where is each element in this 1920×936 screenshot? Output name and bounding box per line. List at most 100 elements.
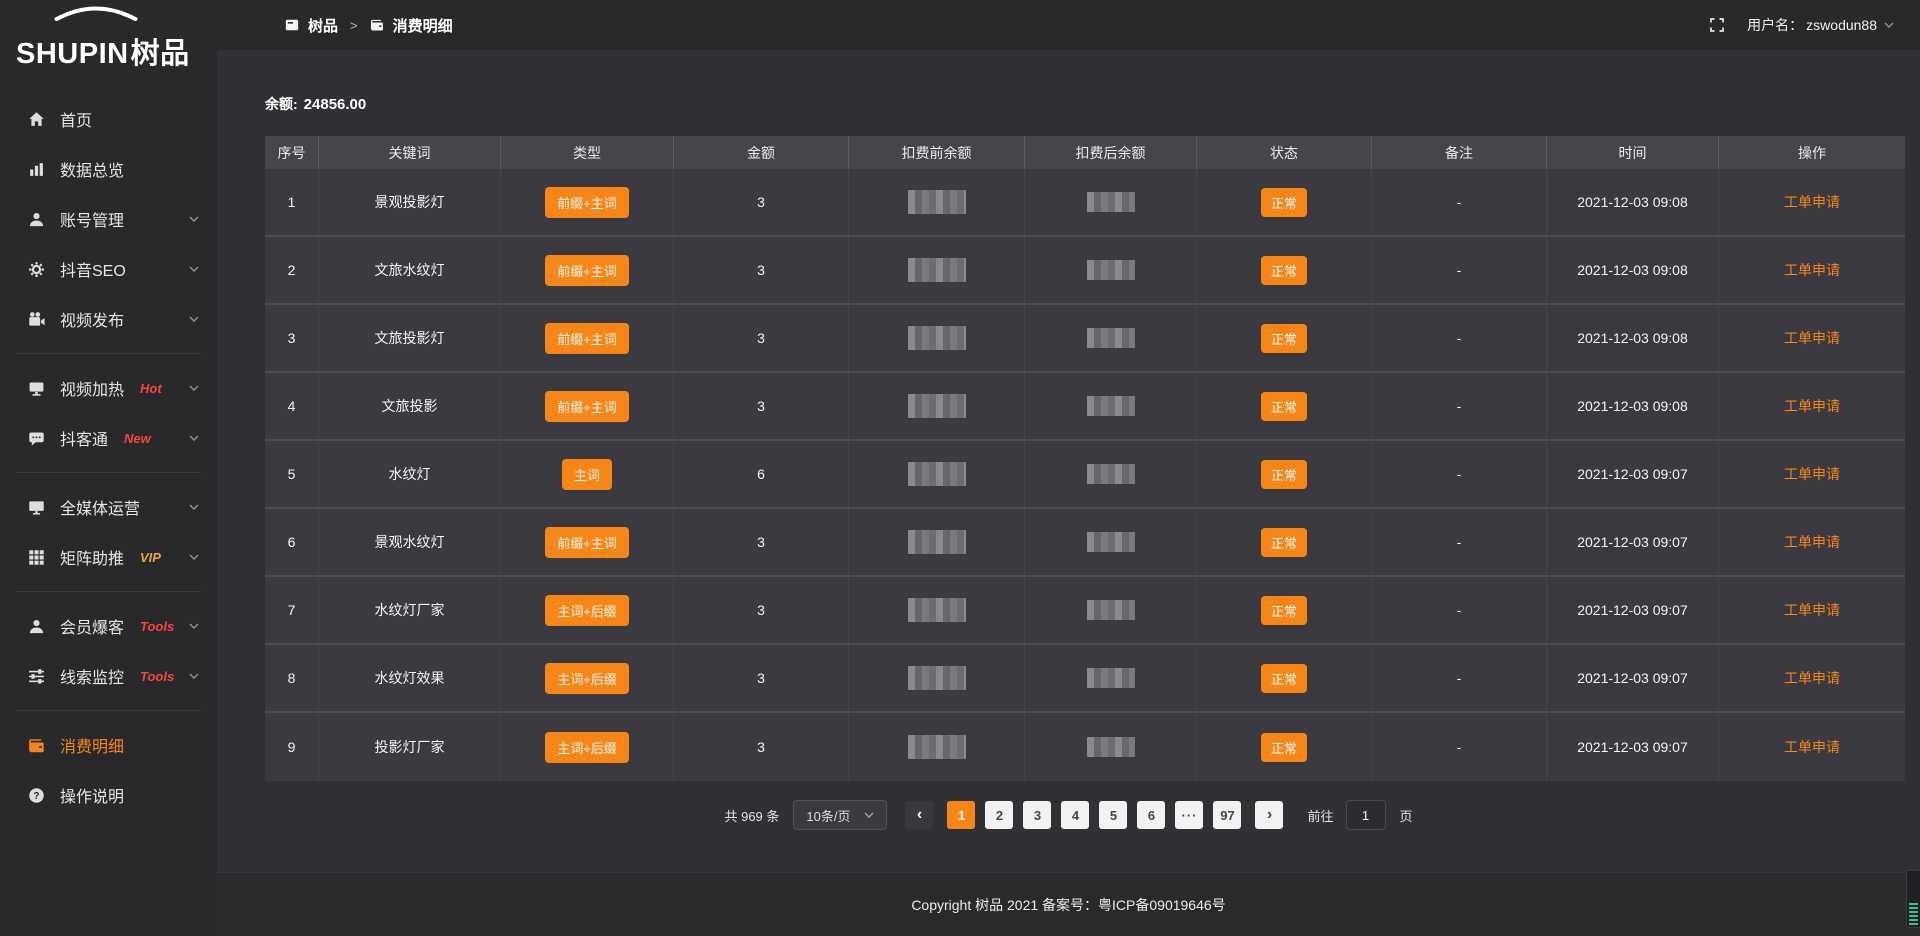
cell-status: 正常 bbox=[1197, 441, 1372, 507]
type-badge: 主词+后缀 bbox=[545, 663, 629, 694]
status-badge: 正常 bbox=[1261, 528, 1307, 557]
goto-page-input[interactable] bbox=[1346, 800, 1386, 830]
page-unit-label: 页 bbox=[1400, 806, 1413, 825]
cell-action: 工单申请 bbox=[1719, 169, 1905, 235]
sidebar-item-home[interactable]: 首页 bbox=[0, 94, 217, 144]
signboard-icon bbox=[28, 380, 45, 397]
sidebar-item-consumption-detail[interactable]: 消费明细 bbox=[0, 720, 217, 770]
status-badge: 正常 bbox=[1261, 324, 1307, 353]
sidebar-item-douyin-seo[interactable]: 抖音SEO bbox=[0, 244, 217, 294]
cell-amount: 3 bbox=[674, 305, 849, 371]
cell-index: 2 bbox=[265, 237, 319, 303]
cell-balance-before bbox=[849, 441, 1025, 507]
cell-amount: 3 bbox=[674, 237, 849, 303]
table-header: 序号 关键词 类型 金额 扣费前余额 扣费后余额 状态 备注 时间 操作 bbox=[265, 136, 1905, 169]
wallet-icon bbox=[370, 18, 384, 32]
app-logo: SHUPIN树品 bbox=[0, 0, 217, 94]
sidebar-item-video-heat[interactable]: 视频加热 Hot bbox=[0, 363, 217, 413]
cell-amount: 3 bbox=[674, 509, 849, 575]
cell-action: 工单申请 bbox=[1719, 645, 1905, 711]
chevron-down-icon bbox=[189, 435, 199, 441]
cell-balance-after bbox=[1025, 305, 1197, 371]
balance: 余额:24856.00 bbox=[217, 50, 1920, 114]
blurred-value bbox=[908, 666, 966, 690]
ticket-apply-link[interactable]: 工单申请 bbox=[1784, 328, 1840, 348]
chevron-down-icon bbox=[189, 623, 199, 629]
cell-balance-before bbox=[849, 169, 1025, 235]
next-page-button[interactable]: › bbox=[1255, 801, 1283, 829]
ticket-apply-link[interactable]: 工单申请 bbox=[1784, 396, 1840, 416]
wallet-icon bbox=[28, 737, 45, 754]
sidebar-item-matrix-boost[interactable]: 矩阵助推 VIP bbox=[0, 532, 217, 582]
cell-keyword: 文旅投影灯 bbox=[319, 305, 501, 371]
sidebar-item-label: 全媒体运营 bbox=[60, 495, 140, 519]
page-button[interactable]: 2 bbox=[985, 801, 1013, 829]
blurred-value bbox=[1087, 192, 1135, 212]
page-button[interactable]: 3 bbox=[1023, 801, 1051, 829]
chevron-down-icon bbox=[864, 812, 874, 818]
sidebar-item-account[interactable]: 账号管理 bbox=[0, 194, 217, 244]
ticket-apply-link[interactable]: 工单申请 bbox=[1784, 668, 1840, 688]
sidebar-item-data-overview[interactable]: 数据总览 bbox=[0, 144, 217, 194]
cell-time: 2021-12-03 09:07 bbox=[1547, 713, 1719, 781]
logo-arc bbox=[50, 6, 142, 21]
cell-type: 主词+后缀 bbox=[501, 577, 674, 643]
cell-action: 工单申请 bbox=[1719, 577, 1905, 643]
ticket-apply-link[interactable]: 工单申请 bbox=[1784, 260, 1840, 280]
page-button[interactable]: 1 bbox=[947, 801, 975, 829]
more-pages-button[interactable]: ··· bbox=[1175, 801, 1203, 829]
sidebar-item-lead-monitor[interactable]: 线索监控 Tools bbox=[0, 651, 217, 701]
sidebar-item-media-operation[interactable]: 全媒体运营 bbox=[0, 482, 217, 532]
table-row: 4 文旅投影 前缀+主词 3 正常 - 2021-12-03 09:08 工单申… bbox=[265, 373, 1905, 441]
type-badge: 前缀+主词 bbox=[545, 187, 629, 218]
header-balance-after: 扣费后余额 bbox=[1025, 136, 1197, 169]
cell-amount: 6 bbox=[674, 441, 849, 507]
sidebar: SHUPIN树品 首页 数据总览 账号管理 抖音SEO 视频发布 视频加热 Ho… bbox=[0, 0, 217, 936]
fullscreen-icon[interactable] bbox=[1709, 17, 1725, 33]
main-content: 余额:24856.00 序号 关键词 类型 金额 扣费前余额 扣费后余额 状态 … bbox=[217, 50, 1920, 936]
cell-balance-before bbox=[849, 237, 1025, 303]
cell-type: 主词+后缀 bbox=[501, 713, 674, 781]
cell-keyword: 水纹灯效果 bbox=[319, 645, 501, 711]
footer: Copyright 树品 2021 备案号：粤ICP备09019646号 bbox=[217, 872, 1920, 936]
sidebar-item-label: 视频加热 bbox=[60, 376, 124, 400]
cell-keyword: 水纹灯 bbox=[319, 441, 501, 507]
cell-remark: - bbox=[1372, 509, 1547, 575]
cell-index: 9 bbox=[265, 713, 319, 781]
sidebar-item-label: 会员爆客 bbox=[60, 614, 124, 638]
blurred-value bbox=[1087, 328, 1135, 348]
sidebar-item-video-publish[interactable]: 视频发布 bbox=[0, 294, 217, 344]
sidebar-divider bbox=[16, 472, 201, 473]
sidebar-item-label: 消费明细 bbox=[60, 733, 124, 757]
header-remark: 备注 bbox=[1372, 136, 1547, 169]
sidebar-item-member-burst[interactable]: 会员爆客 Tools bbox=[0, 601, 217, 651]
page-button[interactable]: 5 bbox=[1099, 801, 1127, 829]
cell-index: 6 bbox=[265, 509, 319, 575]
ticket-apply-link[interactable]: 工单申请 bbox=[1784, 464, 1840, 484]
sidebar-item-label: 线索监控 bbox=[60, 664, 124, 688]
cell-type: 主词+后缀 bbox=[501, 645, 674, 711]
page-size-select[interactable]: 10条/页 bbox=[793, 800, 887, 830]
table-row: 3 文旅投影灯 前缀+主词 3 正常 - 2021-12-03 09:08 工单… bbox=[265, 305, 1905, 373]
page-button[interactable]: 97 bbox=[1213, 801, 1241, 829]
cell-balance-before bbox=[849, 645, 1025, 711]
page-button[interactable]: 4 bbox=[1061, 801, 1089, 829]
ticket-apply-link[interactable]: 工单申请 bbox=[1784, 737, 1840, 757]
cell-type: 前缀+主词 bbox=[501, 305, 674, 371]
ticket-apply-link[interactable]: 工单申请 bbox=[1784, 600, 1840, 620]
sidebar-item-instructions[interactable]: ? 操作说明 bbox=[0, 770, 217, 820]
username-value: zswodun88 bbox=[1806, 17, 1877, 33]
cell-balance-before bbox=[849, 577, 1025, 643]
ticket-apply-link[interactable]: 工单申请 bbox=[1784, 532, 1840, 552]
breadcrumb: 树品 > 消费明细 bbox=[285, 15, 453, 36]
breadcrumb-root[interactable]: 树品 bbox=[308, 15, 338, 36]
breadcrumb-separator: > bbox=[350, 18, 358, 33]
sidebar-item-doketong[interactable]: 抖客通 New bbox=[0, 413, 217, 463]
prev-page-button[interactable]: ‹ bbox=[905, 801, 933, 829]
cell-index: 4 bbox=[265, 373, 319, 439]
page-button[interactable]: 6 bbox=[1137, 801, 1165, 829]
ticket-apply-link[interactable]: 工单申请 bbox=[1784, 192, 1840, 212]
user-menu[interactable]: 用户名：zswodun88 bbox=[1747, 15, 1894, 35]
status-badge: 正常 bbox=[1261, 188, 1307, 217]
chevron-down-icon bbox=[189, 316, 199, 322]
